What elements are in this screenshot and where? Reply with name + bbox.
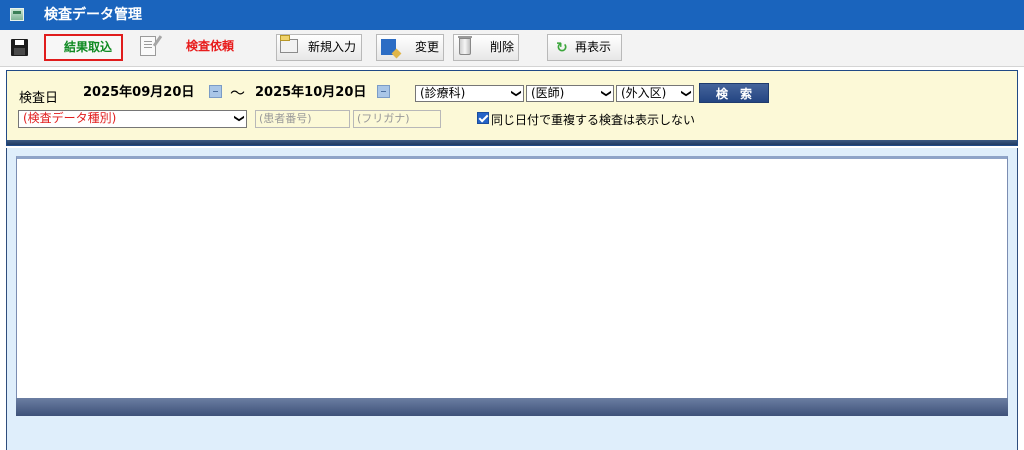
search-panel: 検査日 2025年09月20日 ～ 2025年10月20日 (診療科) ❯ (医… (6, 70, 1018, 146)
result-import-button[interactable]: 結果取込 (44, 34, 123, 61)
refresh-icon: ↻ (556, 40, 568, 56)
chevron-down-icon: ❯ (233, 114, 245, 123)
inpatient-outpatient-select[interactable]: (外入区) ❯ (616, 85, 694, 102)
result-import-label: 結果取込 (64, 40, 113, 54)
edit-label: 変更 (415, 40, 440, 54)
department-select-value: (診療科) (420, 86, 466, 100)
toolbar: 結果取込 検査依頼 新規入力 変更 削除 ↻ 再表示 (0, 30, 1024, 67)
hide-duplicates-checkbox[interactable] (477, 112, 489, 124)
chevron-down-icon: ❯ (510, 89, 522, 98)
delete-label: 削除 (490, 40, 515, 54)
doctor-select[interactable]: (医師) ❯ (526, 85, 614, 102)
hide-duplicates-label: 同じ日付で重複する検査は表示しない (491, 113, 696, 127)
trash-icon (458, 36, 472, 55)
test-date-label: 検査日 (19, 91, 59, 106)
results-grid[interactable] (16, 156, 1008, 416)
patient-number-input[interactable]: (患者番号) (255, 110, 350, 128)
results-area (6, 148, 1018, 450)
date-to-field[interactable]: 2025年10月20日 (255, 84, 375, 102)
app-icon (10, 8, 24, 21)
calendar-from-icon[interactable] (209, 85, 222, 98)
furigana-input[interactable]: (フリガナ) (353, 110, 441, 128)
edit-button[interactable]: 変更 (376, 34, 444, 61)
department-select[interactable]: (診療科) ❯ (415, 85, 524, 102)
chevron-down-icon: ❯ (600, 89, 612, 98)
chevron-down-icon: ❯ (680, 89, 692, 98)
document-edit-icon (140, 36, 156, 56)
new-entry-button[interactable]: 新規入力 (276, 34, 362, 61)
data-type-select-value: (検査データ種別) (23, 111, 117, 125)
inpatient-outpatient-value: (外入区) (621, 86, 667, 100)
window-title: 検査データ管理 (44, 7, 142, 23)
results-grid-footer (16, 398, 1008, 416)
delete-button[interactable]: 削除 (453, 34, 519, 61)
title-bar: 検査データ管理 (0, 0, 1024, 30)
floppy-disk-icon (11, 39, 28, 56)
edit-list-icon (381, 39, 396, 55)
refresh-button[interactable]: ↻ 再表示 (547, 34, 622, 61)
date-from-field[interactable]: 2025年09月20日 (83, 84, 213, 102)
calendar-to-icon[interactable] (377, 85, 390, 98)
new-folder-icon (280, 35, 298, 53)
save-button[interactable] (8, 36, 32, 60)
test-request-button[interactable]: 検査依頼 (130, 34, 240, 61)
new-entry-label: 新規入力 (308, 40, 357, 54)
doctor-select-value: (医師) (531, 86, 565, 100)
refresh-label: 再表示 (575, 40, 612, 54)
test-request-label: 検査依頼 (186, 39, 235, 53)
search-button[interactable]: 検 索 (699, 83, 769, 103)
date-range-separator: ～ (230, 84, 246, 102)
data-type-select[interactable]: (検査データ種別) ❯ (18, 110, 247, 128)
